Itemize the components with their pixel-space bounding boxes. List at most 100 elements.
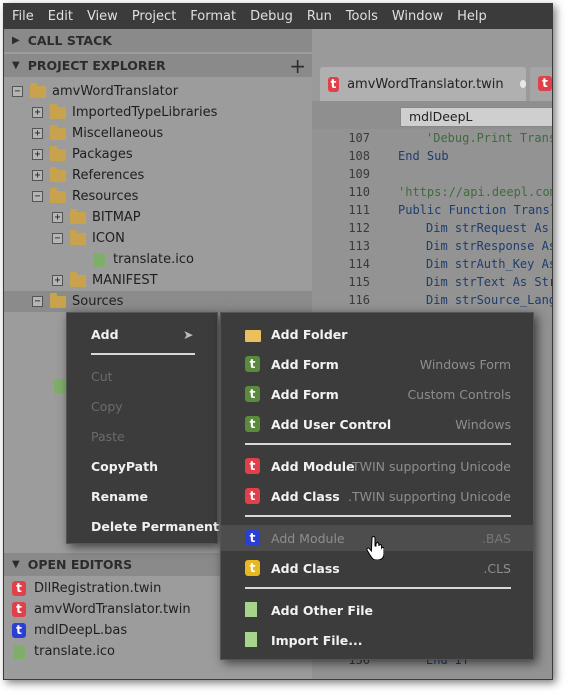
menu-item-delete[interactable]: Delete Permanently bbox=[91, 513, 231, 539]
menu-item-add-user-control[interactable]: t Add User Control Windows bbox=[221, 411, 533, 437]
code-line[interactable]: 111 Public Function Transl bbox=[312, 203, 552, 221]
menu-item-add-other-file[interactable]: Add Other File bbox=[221, 597, 533, 623]
menu-window[interactable]: Window bbox=[392, 9, 443, 24]
expand-icon[interactable]: + bbox=[32, 128, 43, 139]
form-icon: t bbox=[245, 386, 260, 402]
menu-item-paste: Paste bbox=[91, 428, 125, 444]
menu-separator bbox=[245, 515, 511, 517]
menu-tools[interactable]: Tools bbox=[346, 9, 378, 24]
collapse-icon[interactable]: − bbox=[32, 191, 43, 202]
open-editor-item[interactable]: t mdlDeepL.bas bbox=[12, 620, 127, 641]
line-number: 111 bbox=[348, 203, 370, 217]
folder-icon bbox=[50, 145, 66, 161]
tree-label: BITMAP bbox=[92, 210, 141, 225]
menu-item-add-folder[interactable]: Add Folder bbox=[221, 321, 533, 347]
open-editor-label: translate.ico bbox=[34, 644, 115, 659]
expand-icon[interactable]: + bbox=[32, 107, 43, 118]
code-line[interactable]: 116 Dim strSource_Lang bbox=[312, 293, 552, 311]
code-line[interactable]: 109 bbox=[312, 167, 552, 185]
tree-item-manifest[interactable]: + MANIFEST bbox=[52, 270, 158, 291]
tree-label: ImportedTypeLibraries bbox=[72, 105, 218, 120]
menu-item-add-form-custom[interactable]: t Add Form Custom Controls bbox=[221, 381, 533, 407]
collapse-icon[interactable]: − bbox=[12, 86, 23, 97]
tree-item-root[interactable]: − amvWordTranslator bbox=[12, 81, 178, 102]
expand-icon[interactable]: + bbox=[32, 170, 43, 181]
tree-item-translate-ico[interactable]: translate.ico bbox=[94, 249, 194, 270]
add-icon[interactable]: + bbox=[289, 54, 306, 78]
menu-item-import-file[interactable]: Import File... bbox=[221, 627, 533, 653]
menu-item-desc: .CLS bbox=[483, 561, 511, 576]
tree-item-references[interactable]: + References bbox=[32, 165, 144, 186]
expand-icon[interactable]: + bbox=[32, 149, 43, 160]
tree-item-icon[interactable]: − ICON bbox=[52, 228, 125, 249]
code-text: 'https://api.deepl.com bbox=[398, 185, 553, 199]
menu-item-label: Add User Control bbox=[271, 417, 392, 432]
menu-item-label: Add Form bbox=[271, 387, 339, 402]
folder-icon bbox=[50, 124, 66, 140]
code-text: Dim strResponse As bbox=[426, 239, 553, 253]
menu-item-desc: .BAS bbox=[481, 531, 511, 546]
menu-item-label: Add Class bbox=[271, 489, 340, 504]
tab-amvwordtranslator[interactable]: t amvWordTranslator.twin bbox=[320, 67, 526, 101]
menu-project[interactable]: Project bbox=[132, 9, 176, 24]
tab-label: amvWordTranslator.twin bbox=[347, 76, 504, 92]
expand-icon[interactable]: + bbox=[52, 212, 63, 223]
menu-format[interactable]: Format bbox=[190, 9, 236, 24]
tree-item-bitmap[interactable]: + BITMAP bbox=[52, 207, 141, 228]
open-editor-label: DllRegistration.twin bbox=[34, 581, 162, 596]
open-editors-label: OPEN EDITORS bbox=[27, 557, 133, 572]
menu-edit[interactable]: Edit bbox=[48, 9, 73, 24]
code-line[interactable]: 107 'Debug.Print Trans bbox=[312, 131, 553, 149]
tree-item-packages[interactable]: + Packages bbox=[32, 144, 133, 165]
chevron-down-icon: ▼ bbox=[12, 559, 20, 570]
tree-item-misc[interactable]: + Miscellaneous bbox=[32, 123, 163, 144]
tab-next[interactable]: t bbox=[530, 67, 552, 101]
menu-item-label: Add Module bbox=[271, 531, 345, 546]
tree-item-imported[interactable]: + ImportedTypeLibraries bbox=[32, 102, 217, 123]
call-stack-header[interactable]: ▶ CALL STACK bbox=[4, 29, 312, 52]
tree-label: References bbox=[72, 168, 145, 183]
menu-item-desc: Windows Form bbox=[419, 357, 511, 372]
unsaved-dot-icon[interactable] bbox=[519, 80, 526, 88]
code-line[interactable]: 114 Dim strAuth_Key As bbox=[312, 257, 552, 275]
open-editor-item[interactable]: t DllRegistration.twin bbox=[12, 578, 161, 599]
project-explorer-header[interactable]: ▼ PROJECT EXPLORER + bbox=[4, 54, 312, 78]
code-line[interactable]: 108 End Sub bbox=[312, 149, 552, 167]
code-line[interactable]: 110 'https://api.deepl.com bbox=[312, 185, 553, 203]
menu-run[interactable]: Run bbox=[307, 9, 332, 24]
open-editor-item[interactable]: translate.ico bbox=[12, 641, 115, 662]
collapse-icon[interactable]: − bbox=[32, 296, 43, 307]
tree-label: amvWordTranslator bbox=[52, 84, 179, 99]
menu-item-rename[interactable]: Rename bbox=[91, 483, 148, 509]
menu-item-add[interactable]: Add ➤ bbox=[91, 321, 211, 347]
file-icon bbox=[245, 632, 257, 647]
menu-file[interactable]: File bbox=[12, 9, 34, 24]
code-text: 'Debug.Print Trans bbox=[426, 131, 553, 145]
tree-item-resources[interactable]: − Resources bbox=[32, 186, 138, 207]
tree-item-sources[interactable]: − Sources bbox=[32, 291, 123, 312]
menu-separator bbox=[245, 587, 511, 589]
line-number: 108 bbox=[348, 149, 370, 163]
folder-icon bbox=[245, 330, 261, 342]
code-line[interactable]: 112 Dim strRequest As bbox=[312, 221, 552, 239]
menu-item-copypath[interactable]: CopyPath bbox=[91, 453, 158, 479]
menu-item-cut: Cut bbox=[91, 368, 113, 384]
tree-label: Sources bbox=[72, 294, 124, 309]
menu-view[interactable]: View bbox=[87, 9, 118, 24]
tree-label: Packages bbox=[72, 147, 133, 162]
folder-icon bbox=[50, 103, 66, 119]
menu-debug[interactable]: Debug bbox=[250, 9, 293, 24]
menu-separator bbox=[245, 443, 511, 445]
menu-item-add-form-windows[interactable]: t Add Form Windows Form bbox=[221, 351, 533, 377]
menu-item-add-class-twin[interactable]: t Add Class .TWIN supporting Unicode bbox=[221, 483, 533, 509]
module-combo[interactable]: mdlDeepL bbox=[400, 107, 552, 127]
menu-item-add-module-twin[interactable]: t Add Module .TWIN supporting Unicode bbox=[221, 453, 533, 479]
open-editor-item[interactable]: t amvWordTranslator.twin bbox=[12, 599, 191, 620]
menu-item-label: Add Class bbox=[271, 561, 340, 576]
collapse-icon[interactable]: − bbox=[52, 233, 63, 244]
expand-icon[interactable]: + bbox=[52, 275, 63, 286]
code-line[interactable]: 113 Dim strResponse As bbox=[312, 239, 553, 257]
menu-help[interactable]: Help bbox=[457, 9, 487, 24]
code-text: Dim strText As Str bbox=[426, 275, 553, 289]
code-line[interactable]: 115 Dim strText As Str bbox=[312, 275, 553, 293]
